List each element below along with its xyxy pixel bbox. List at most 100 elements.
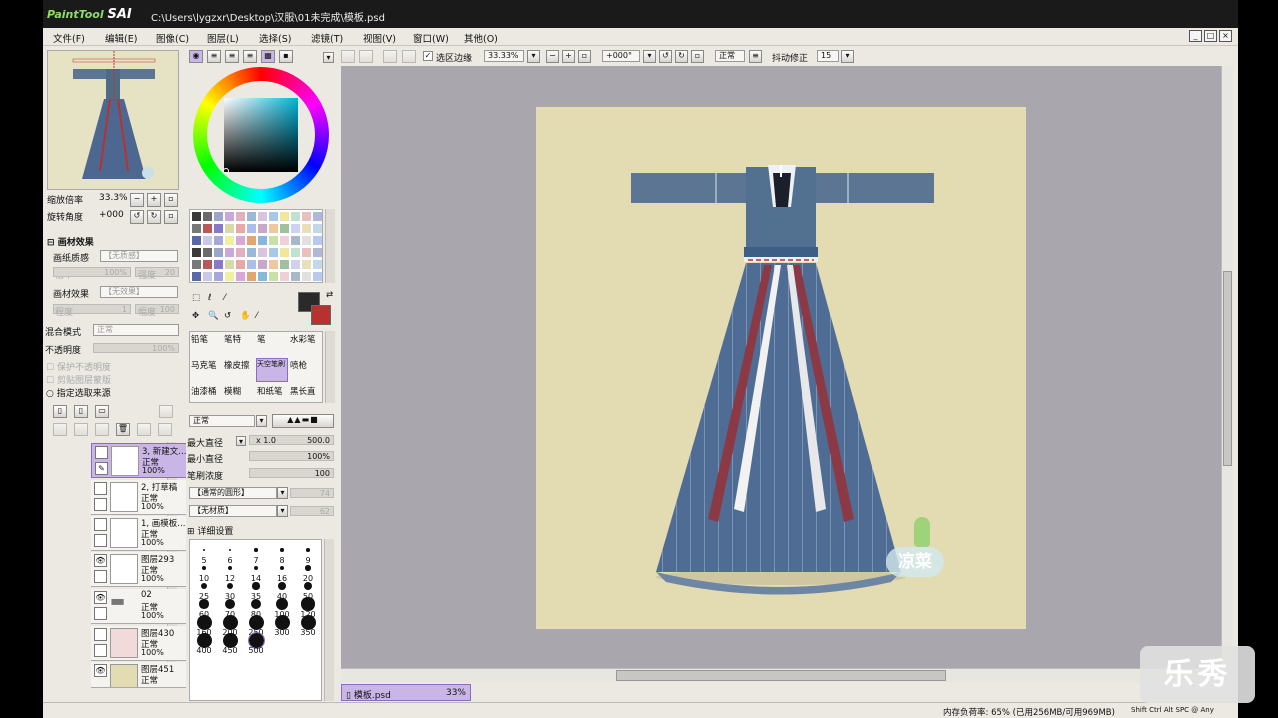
color-swatch[interactable] xyxy=(291,272,300,281)
brush-size-dot[interactable] xyxy=(279,565,285,571)
rotate-reset-button[interactable]: ▫ xyxy=(691,50,704,63)
brush-shape-select[interactable]: 【通常的圆形】 xyxy=(189,487,277,499)
min-size-slider[interactable]: 100% xyxy=(249,451,334,461)
color-wheel[interactable] xyxy=(193,67,329,203)
color-swatch[interactable] xyxy=(247,272,256,281)
nav-zoom-reset-button[interactable]: ▫ xyxy=(164,193,178,207)
nav-rotate-right-button[interactable]: ↻ xyxy=(147,210,161,224)
canvas-vscroll[interactable] xyxy=(1221,66,1233,668)
brush-texture-dropdown[interactable]: ▾ xyxy=(277,505,288,517)
color-swatch[interactable] xyxy=(280,248,289,257)
color-swatch[interactable] xyxy=(214,224,223,233)
menu-image[interactable]: 图像(C) xyxy=(156,31,189,45)
menu-layer[interactable]: 图层(L) xyxy=(207,31,239,45)
brush-size-dot[interactable] xyxy=(280,548,284,552)
visibility-toggle[interactable] xyxy=(95,446,108,459)
color-swatch[interactable] xyxy=(258,224,267,233)
canvas-hscroll-thumb[interactable] xyxy=(616,670,946,681)
color-swatch[interactable] xyxy=(291,260,300,269)
color-swatch[interactable] xyxy=(313,236,322,245)
merge-down-button[interactable] xyxy=(74,423,88,436)
color-swatch[interactable] xyxy=(192,248,201,257)
brush-mode-select[interactable]: 正常 xyxy=(189,415,255,427)
close-button[interactable]: × xyxy=(1219,30,1232,42)
brush-size-dot[interactable] xyxy=(276,598,288,610)
tool-marker[interactable]: 马克笔 xyxy=(191,359,217,371)
menu-edit[interactable]: 编辑(E) xyxy=(105,31,137,45)
menu-window[interactable]: 窗口(W) xyxy=(413,31,449,45)
zoom-reset-button[interactable]: ▫ xyxy=(578,50,591,63)
color-swatch[interactable] xyxy=(258,212,267,221)
color-swatch[interactable] xyxy=(280,212,289,221)
canvas-blend-field[interactable]: 正常 xyxy=(715,50,745,62)
rotation-dropdown[interactable]: ▾ xyxy=(643,50,656,63)
nav-rotate-left-button[interactable]: ↺ xyxy=(130,210,144,224)
color-swatch[interactable] xyxy=(302,212,311,221)
eyedropper-icon[interactable]: ⁄ xyxy=(256,311,257,321)
color-swatch[interactable] xyxy=(280,272,289,281)
background-color[interactable] xyxy=(311,305,331,325)
brush-size-dot[interactable] xyxy=(278,582,286,590)
tool-bucket[interactable]: 油漆桶 xyxy=(191,385,217,397)
visibility-toggle[interactable] xyxy=(94,518,107,531)
brush-shape-strength[interactable]: 74 xyxy=(290,488,334,498)
nav-zoom-in-button[interactable]: + xyxy=(147,193,161,207)
color-swatch[interactable] xyxy=(236,260,245,269)
color-swatch[interactable] xyxy=(203,272,212,281)
menu-view[interactable]: 视图(V) xyxy=(363,31,396,45)
color-swatch[interactable] xyxy=(280,236,289,245)
delete-layer-button[interactable]: 🗑 xyxy=(116,423,130,436)
color-swatch[interactable] xyxy=(247,260,256,269)
lock-toggle[interactable] xyxy=(94,644,107,657)
stabilizer-dropdown[interactable]: ▾ xyxy=(841,50,854,63)
eye-icon[interactable]: 👁 xyxy=(94,591,107,604)
brush-size-dot[interactable] xyxy=(306,548,310,552)
tool-washi[interactable]: 和纸笔 xyxy=(257,385,283,397)
brush-size-dot[interactable] xyxy=(227,565,233,571)
scale-slider[interactable]: 100% xyxy=(53,267,131,277)
color-swatch[interactable] xyxy=(247,248,256,257)
color-swatch[interactable] xyxy=(203,224,212,233)
color-swatch[interactable] xyxy=(269,224,278,233)
zoom-dropdown[interactable]: ▾ xyxy=(527,50,540,63)
opacity-slider[interactable]: 100% xyxy=(93,343,179,353)
tool-pencil[interactable]: 铅笔 xyxy=(191,333,208,345)
tool-watercolor[interactable]: 水彩笔 xyxy=(290,333,316,345)
layer-mask-delete-button[interactable] xyxy=(158,423,172,436)
layer-mask-apply-button[interactable] xyxy=(137,423,151,436)
color-swatch[interactable] xyxy=(225,260,234,269)
menu-other[interactable]: 其他(O) xyxy=(464,31,498,45)
canvas-hscroll[interactable] xyxy=(341,668,1221,682)
color-swatch[interactable] xyxy=(236,236,245,245)
color-swatch[interactable] xyxy=(269,272,278,281)
brush-shape-dropdown[interactable]: ▾ xyxy=(277,487,288,499)
color-swatch[interactable] xyxy=(302,248,311,257)
eye-icon[interactable]: 👁 xyxy=(94,554,107,567)
magic-wand-icon[interactable]: ⁄ xyxy=(224,293,225,303)
zoom-field[interactable]: 33.33% xyxy=(484,50,524,62)
redo-button[interactable] xyxy=(359,50,373,63)
hand-icon[interactable]: ✋ xyxy=(240,311,251,321)
color-swatch[interactable] xyxy=(280,224,289,233)
zoom-out-button[interactable]: − xyxy=(546,50,559,63)
lock-toggle[interactable] xyxy=(94,570,107,583)
color-swatch[interactable] xyxy=(192,212,201,221)
density-slider[interactable]: 100 xyxy=(249,468,334,478)
color-swatch[interactable] xyxy=(247,224,256,233)
canvas-vscroll-thumb[interactable] xyxy=(1223,271,1232,466)
color-swatch[interactable] xyxy=(258,260,267,269)
visibility-toggle[interactable] xyxy=(94,482,107,495)
brush-size-dot[interactable] xyxy=(202,566,206,570)
brush-size-dot[interactable] xyxy=(224,598,235,609)
protect-alpha-checkbox[interactable]: ☐ 保护不透明度 xyxy=(46,360,111,373)
color-swatch[interactable] xyxy=(225,224,234,233)
color-swatch[interactable] xyxy=(247,212,256,221)
brush-size-dot[interactable] xyxy=(305,565,311,571)
brush-size-dot[interactable] xyxy=(303,581,313,591)
tool-long-hair[interactable]: 黑长直 xyxy=(290,385,316,397)
selection-edge-checkbox[interactable]: ✓ xyxy=(423,51,433,61)
menu-file[interactable]: 文件(F) xyxy=(53,31,85,45)
brush-size-dot[interactable] xyxy=(252,582,260,590)
canvas-viewport[interactable]: 凉菜 xyxy=(341,66,1221,668)
swap-colors-icon[interactable]: ⇄ xyxy=(326,290,333,300)
